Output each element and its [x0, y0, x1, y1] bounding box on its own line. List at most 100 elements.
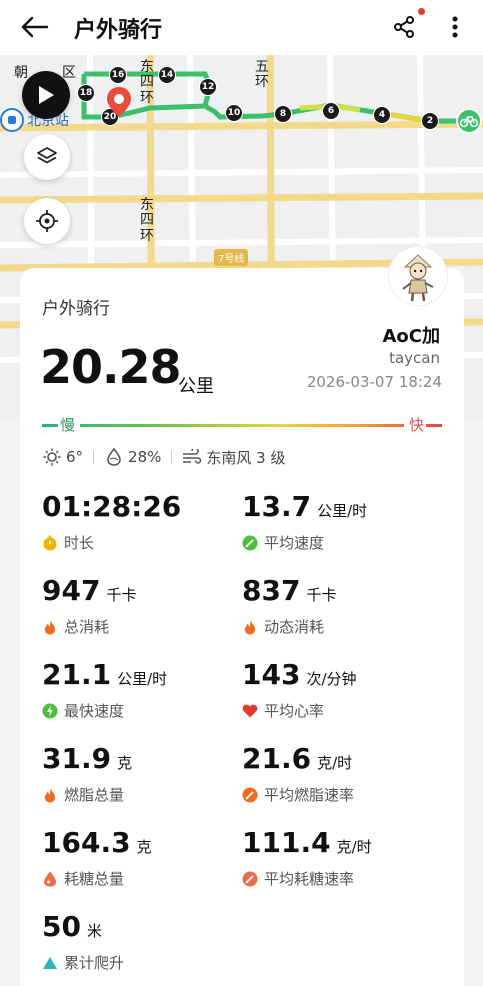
stat-value: 50 米	[42, 910, 102, 943]
stat-label: 耗糖总量	[64, 870, 125, 888]
locate-crosshair-icon	[36, 210, 58, 232]
stat-avg-fat-rate: 21.6 克/时 平均燃脂速率	[242, 742, 442, 812]
stat-label: 平均心率	[264, 702, 325, 720]
stat-avg-sugar-rate: 111.4 克/时 平均耗糖速率	[242, 826, 442, 896]
distance-unit: 公里	[178, 376, 214, 397]
more-options-button[interactable]	[440, 12, 470, 42]
locate-button[interactable]	[24, 198, 70, 244]
map-label-east4-mid-char1: 东	[140, 197, 154, 213]
map-label-east4-top: 东 四 环	[139, 59, 155, 106]
back-arrow-icon	[21, 16, 49, 38]
sugar-rate-icon	[242, 871, 258, 887]
wind-icon	[182, 447, 202, 467]
stat-value: 164.3 克	[42, 826, 152, 859]
sport-type-label: 户外骑行	[42, 299, 110, 319]
map-layers-button[interactable]	[24, 134, 70, 180]
wind-value: 东南风 3 级	[206, 448, 286, 467]
map-label-east4-top-char2: 四	[140, 74, 154, 91]
stat-value: 21.6 克/时	[242, 742, 352, 775]
stat-label-row: 平均燃脂速率	[242, 784, 354, 805]
route-marker[interactable]: 12	[199, 78, 217, 96]
start-pin-icon[interactable]	[106, 86, 132, 118]
avatar-illustration-icon	[389, 247, 447, 305]
route-marker[interactable]: 18	[77, 84, 95, 102]
stat-label: 平均燃脂速率	[264, 786, 355, 804]
play-track-button[interactable]	[22, 71, 70, 119]
stat-number: 21.6	[242, 742, 312, 775]
stat-value: 01:28:26	[42, 490, 187, 523]
distance-value: 20.28	[40, 340, 182, 394]
stat-label: 时长	[64, 534, 95, 552]
more-vertical-icon	[452, 16, 458, 38]
route-marker[interactable]: 8	[274, 105, 292, 123]
stat-unit: 米	[86, 922, 102, 940]
map-label-east4-mid-char3: 环	[140, 227, 154, 244]
stat-value: 111.4 克/时	[242, 826, 372, 859]
stat-duration: 01:28:26 时长	[42, 490, 242, 560]
divider	[171, 450, 173, 464]
stat-label-row: 动态消耗	[242, 616, 324, 637]
stat-unit: 公里/时	[317, 502, 368, 520]
stat-label-row: 时长	[42, 532, 94, 553]
stat-unit: 克	[136, 838, 152, 856]
map-label-east4-top-char1: 东	[140, 59, 154, 75]
stat-label: 平均耗糖速率	[264, 870, 355, 888]
top-app-bar: 户外骑行	[0, 0, 483, 55]
stat-value: 143 次/分钟	[242, 658, 357, 691]
stat-number: 947	[42, 574, 101, 607]
workout-summary-card: 户外骑行 20.28 公里 AoC加 taycan 2026-03-07 18:…	[20, 246, 464, 986]
stat-value: 31.9 克	[42, 742, 132, 775]
route-marker[interactable]: 16	[109, 66, 127, 84]
stat-label-row: 最快速度	[42, 700, 124, 721]
stat-fat-burned: 31.9 克 燃脂总量	[42, 742, 242, 812]
route-marker[interactable]: 14	[158, 66, 176, 84]
workout-datetime: 2026-03-07 18:24	[306, 373, 442, 391]
route-marker[interactable]: 4	[373, 106, 391, 124]
stopwatch-icon	[42, 535, 58, 551]
avatar[interactable]	[388, 246, 448, 306]
stat-label-row: 平均心率	[242, 700, 324, 721]
stat-unit: 次/分钟	[306, 670, 357, 688]
stat-total-calories: 947 千卡 总消耗	[42, 574, 242, 644]
stat-active-calories: 837 千卡 动态消耗	[242, 574, 442, 644]
stat-number: 50	[42, 910, 81, 943]
weather-row: 6° 28% 东南风 3 级	[42, 446, 285, 468]
divider	[93, 450, 95, 464]
username[interactable]: AoC加	[382, 322, 440, 348]
stat-number: 13.7	[242, 490, 312, 523]
fat-rate-icon	[242, 787, 258, 803]
map-label-chao: 朝	[14, 65, 28, 81]
sun-icon	[42, 447, 62, 467]
stat-label-row: 耗糖总量	[42, 868, 124, 889]
stat-number: 164.3	[42, 826, 131, 859]
notification-dot	[418, 8, 425, 15]
map-label-fifth-char1: 五	[255, 59, 269, 75]
stat-unit: 千卡	[106, 586, 137, 604]
layers-icon	[37, 147, 57, 164]
stat-sugar-consumed: 164.3 克 耗糖总量	[42, 826, 242, 896]
train-station-icon	[0, 108, 24, 132]
route-marker[interactable]: 6	[322, 102, 340, 120]
route-marker[interactable]: 2	[421, 112, 439, 130]
finish-bike-icon[interactable]	[456, 108, 482, 134]
stat-value: 21.1 公里/时	[42, 658, 167, 691]
speed-fast-label: 快	[408, 416, 424, 434]
stat-number: 01:28:26	[42, 490, 182, 523]
heart-icon	[242, 703, 258, 719]
stat-avg-speed: 13.7 公里/时 平均速度	[242, 490, 442, 560]
speed-gradient-bar	[42, 424, 442, 427]
page-title: 户外骑行	[74, 18, 163, 43]
stat-max-speed: 21.1 公里/时 最快速度	[42, 658, 242, 728]
stat-label: 总消耗	[64, 618, 110, 636]
share-button[interactable]	[388, 12, 420, 42]
route-marker[interactable]: 10	[225, 104, 243, 122]
stat-label-row: 燃脂总量	[42, 784, 124, 805]
fat-flame-icon	[42, 787, 58, 803]
temperature-value: 6°	[66, 448, 84, 466]
stat-label-row: 总消耗	[42, 616, 109, 637]
flame-icon	[242, 619, 258, 635]
stat-label: 平均速度	[264, 534, 325, 552]
humidity-value: 28%	[128, 448, 162, 466]
back-button[interactable]	[18, 12, 52, 42]
temperature-item: 6°	[42, 447, 83, 467]
